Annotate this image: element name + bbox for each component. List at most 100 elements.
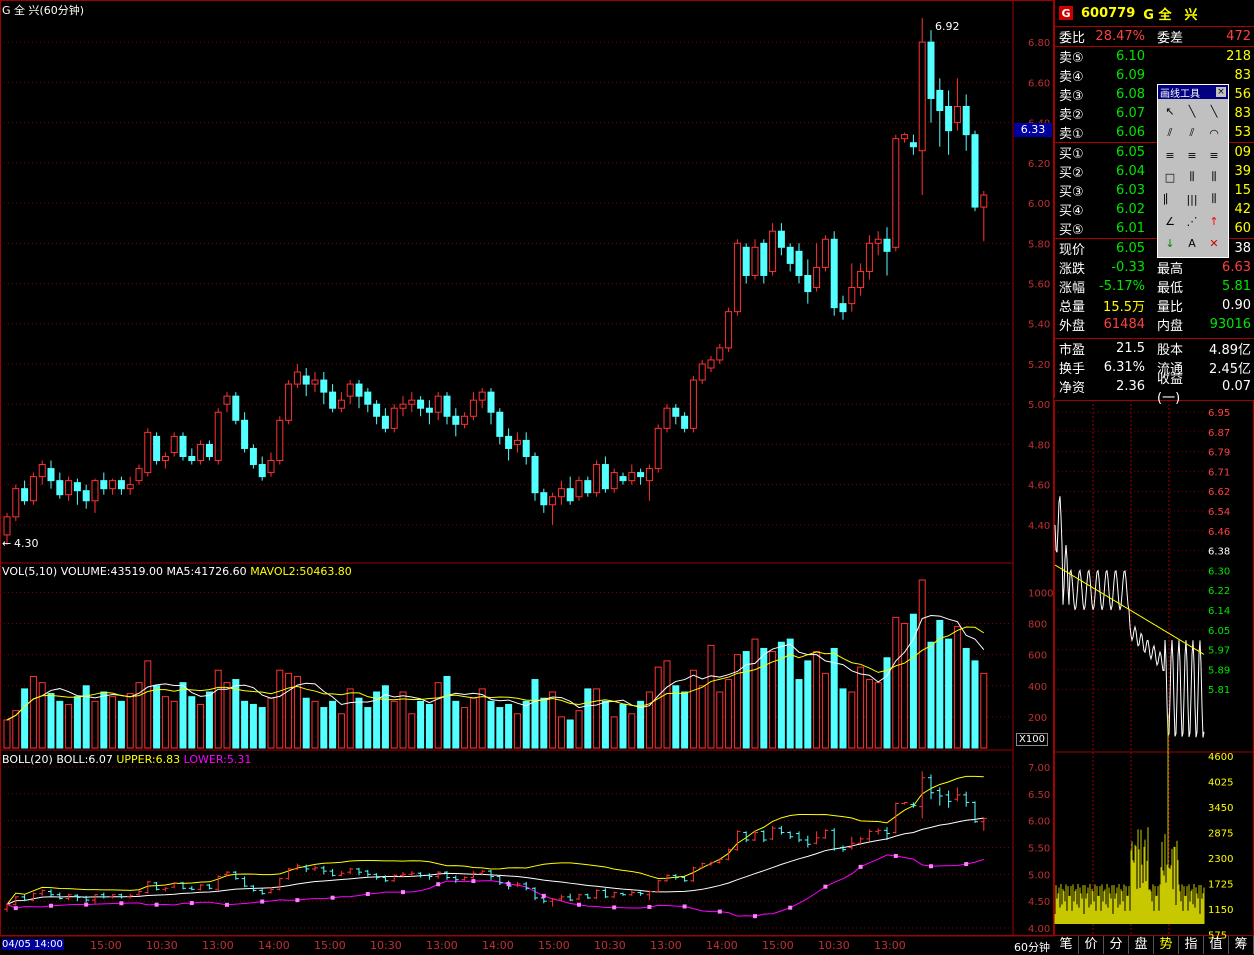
- volume-bar[interactable]: [619, 703, 627, 749]
- volume-bar[interactable]: [285, 672, 293, 749]
- volume-bar[interactable]: [346, 688, 354, 749]
- volume-bar[interactable]: [892, 616, 900, 749]
- volume-bar[interactable]: [698, 685, 706, 749]
- volume-bar[interactable]: [681, 691, 689, 749]
- volume-bar[interactable]: [540, 697, 548, 749]
- volume-bar[interactable]: [751, 638, 759, 749]
- candle[interactable]: [566, 476, 574, 505]
- down-arrow-icon[interactable]: ↓: [1159, 232, 1181, 254]
- volume-bar[interactable]: [487, 700, 495, 749]
- text-icon[interactable]: A: [1181, 232, 1203, 254]
- volume-bar[interactable]: [927, 641, 935, 749]
- candle[interactable]: [205, 440, 213, 461]
- volume-bar[interactable]: [205, 691, 213, 749]
- candle[interactable]: [522, 432, 530, 465]
- volume-bar[interactable]: [355, 697, 363, 749]
- volume-bar[interactable]: [478, 688, 486, 749]
- candle[interactable]: [848, 263, 856, 312]
- cursor-icon[interactable]: ↖: [1159, 100, 1181, 122]
- candle[interactable]: [777, 223, 785, 256]
- period-label[interactable]: 60分钟: [1014, 939, 1050, 955]
- candle[interactable]: [637, 468, 645, 485]
- candle[interactable]: [258, 456, 266, 481]
- candle[interactable]: [346, 380, 354, 405]
- volume-bar[interactable]: [645, 691, 653, 749]
- candle[interactable]: [478, 388, 486, 409]
- rect-icon[interactable]: □: [1159, 166, 1181, 188]
- candle[interactable]: [329, 384, 337, 413]
- up-arrow-icon[interactable]: ↑: [1203, 210, 1225, 232]
- close-icon[interactable]: ×: [1216, 87, 1226, 97]
- volume-bar[interactable]: [3, 719, 11, 749]
- candle[interactable]: [443, 392, 451, 425]
- candle[interactable]: [214, 408, 222, 465]
- candle[interactable]: [971, 130, 979, 212]
- tab-5[interactable]: 指: [1179, 936, 1204, 954]
- period-icon[interactable]: |⎸: [1159, 188, 1181, 210]
- candle[interactable]: [601, 456, 609, 493]
- parallel-icon[interactable]: ⫽: [1159, 122, 1181, 144]
- volume-bar[interactable]: [443, 675, 451, 749]
- candle[interactable]: [830, 231, 838, 316]
- tab-3[interactable]: 盘: [1129, 936, 1154, 954]
- candle[interactable]: [223, 392, 231, 413]
- candle[interactable]: [936, 78, 944, 147]
- candle[interactable]: [663, 404, 671, 433]
- volume-bar[interactable]: [117, 700, 125, 749]
- volume-bar[interactable]: [452, 700, 460, 749]
- cycle-icon[interactable]: ⫼: [1181, 166, 1203, 188]
- tab-1[interactable]: 价: [1079, 936, 1104, 954]
- candle[interactable]: [487, 388, 495, 425]
- volume-bar[interactable]: [38, 682, 46, 749]
- volume-bar[interactable]: [47, 693, 55, 749]
- speed-icon[interactable]: ⫼: [1203, 166, 1225, 188]
- volume-bar[interactable]: [566, 719, 574, 749]
- candle[interactable]: [672, 404, 680, 425]
- candle[interactable]: [795, 243, 803, 284]
- candle[interactable]: [100, 472, 108, 495]
- candle[interactable]: [399, 396, 407, 417]
- candle[interactable]: [892, 134, 900, 252]
- volume-bar[interactable]: [857, 666, 865, 749]
- candle[interactable]: [716, 343, 724, 364]
- candle[interactable]: [813, 243, 821, 292]
- volume-bar[interactable]: [865, 679, 873, 749]
- volume-bar[interactable]: [214, 669, 222, 749]
- candle[interactable]: [461, 412, 469, 429]
- multi-line-icon[interactable]: |||: [1181, 188, 1203, 210]
- volume-bar[interactable]: [628, 713, 636, 749]
- candle[interactable]: [883, 227, 891, 276]
- candle[interactable]: [276, 416, 284, 465]
- volume-bar[interactable]: [91, 700, 99, 749]
- volume-bar[interactable]: [126, 693, 134, 749]
- channel-icon[interactable]: ⫽: [1181, 122, 1203, 144]
- volume-bar[interactable]: [197, 703, 205, 749]
- tab-7[interactable]: 筹: [1229, 936, 1254, 954]
- fan-icon[interactable]: ⋰: [1181, 210, 1203, 232]
- volume-bar[interactable]: [575, 710, 583, 749]
- candle[interactable]: [593, 460, 601, 497]
- volume-bar[interactable]: [654, 666, 662, 749]
- tab-0[interactable]: 笔: [1054, 936, 1079, 954]
- volume-bar[interactable]: [434, 682, 442, 749]
- candle[interactable]: [707, 355, 715, 373]
- candle[interactable]: [619, 472, 627, 485]
- volume-bar[interactable]: [505, 703, 513, 749]
- volume-bar[interactable]: [56, 700, 64, 749]
- candle[interactable]: [698, 359, 706, 385]
- candle[interactable]: [364, 388, 372, 413]
- volume-bar[interactable]: [962, 647, 970, 749]
- candle[interactable]: [531, 452, 539, 501]
- candle[interactable]: [452, 408, 460, 437]
- volume-bar[interactable]: [329, 700, 337, 749]
- candle[interactable]: [962, 94, 970, 151]
- candle[interactable]: [689, 376, 697, 433]
- volume-bar[interactable]: [672, 685, 680, 749]
- volume-bar[interactable]: [637, 700, 645, 749]
- candle[interactable]: [733, 239, 741, 316]
- volume-bar[interactable]: [461, 707, 469, 749]
- candle[interactable]: [73, 478, 81, 505]
- candle[interactable]: [742, 243, 750, 284]
- volume-bar[interactable]: [390, 700, 398, 749]
- candle[interactable]: [434, 392, 442, 421]
